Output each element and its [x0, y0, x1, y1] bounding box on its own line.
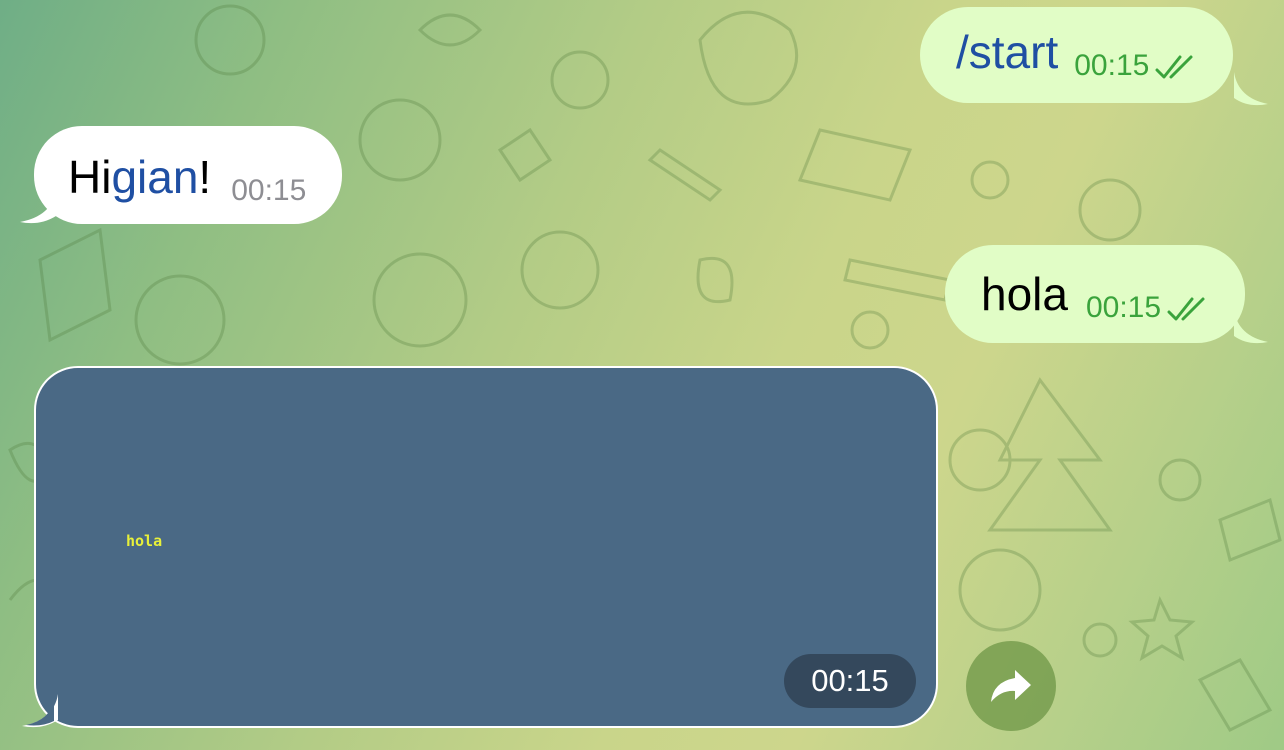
forward-arrow-icon [991, 670, 1031, 702]
double-check-icon [1155, 55, 1193, 79]
bubble-tail [20, 190, 56, 224]
message-text-suffix: ! [198, 151, 212, 203]
message-text-prefix: Hi [68, 151, 112, 203]
message-text: hola [981, 268, 1068, 320]
user-mention-link[interactable]: gian [111, 154, 198, 200]
outgoing-message-hola[interactable]: hola 00:15 [945, 245, 1246, 343]
image-text: hola [126, 532, 163, 550]
image-time-badge: 00:15 [784, 654, 916, 708]
bubble-tail [1234, 310, 1268, 344]
forward-button[interactable] [966, 641, 1056, 731]
message-time: 00:15 [1085, 291, 1162, 324]
message-time: 00:15 [811, 663, 889, 698]
incoming-image-message[interactable]: hola 00:15 [34, 366, 938, 728]
bot-command-link[interactable]: /start [956, 29, 1058, 75]
double-check-icon [1167, 297, 1205, 321]
incoming-message-greeting[interactable]: Hi gian ! 00:15 [34, 126, 343, 224]
bubble-tail [1234, 72, 1268, 106]
message-time: 00:15 [231, 174, 307, 207]
chat-view: /start 00:15 Hi gian ! 00:15 hola 00:15 … [0, 0, 1284, 750]
message-time: 00:15 [1074, 49, 1150, 82]
bubble-tail [22, 694, 58, 728]
outgoing-message-start[interactable]: /start 00:15 [920, 7, 1234, 103]
